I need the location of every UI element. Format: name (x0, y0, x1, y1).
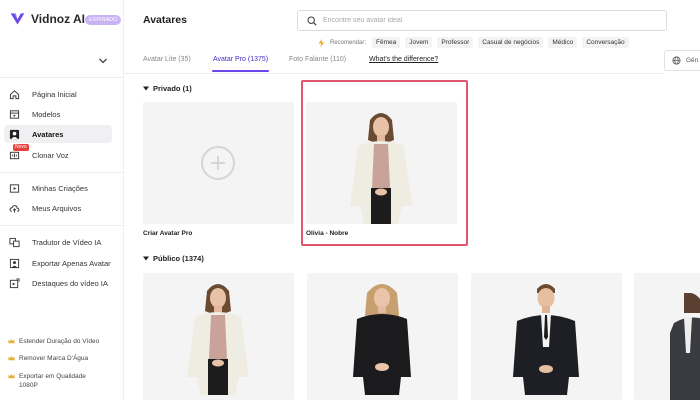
avatar-image (670, 293, 700, 400)
selected-card-highlight (301, 80, 468, 246)
public-avatar-card[interactable] (307, 273, 458, 400)
sidebar-item-label: Clonar Voz (32, 150, 69, 160)
public-avatar-card[interactable] (471, 273, 622, 400)
vidnoz-logo-icon (10, 13, 25, 25)
active-tab-indicator (212, 70, 269, 72)
sidebar-item-highlights[interactable]: Destaques do vídeo IA (4, 274, 112, 292)
chip-teacher[interactable]: Professor (437, 37, 474, 48)
upgrade-extend-duration[interactable]: Estender Duração do Vídeo (8, 337, 119, 346)
translate-icon (9, 237, 20, 247)
public-section-header[interactable]: Público (1374) (143, 254, 204, 263)
whats-the-difference-link[interactable]: What's the difference? (369, 56, 438, 63)
avatar-image (353, 284, 411, 395)
caret-down-icon (143, 256, 149, 261)
public-avatar-card[interactable] (634, 273, 700, 400)
sidebar-item-my-creations[interactable]: Minhas Criações (4, 179, 112, 197)
tab-talking-photo[interactable]: Foto Falante (110) (289, 56, 346, 63)
language-selector[interactable]: Gên (664, 50, 700, 71)
sidebar-item-label: Exportar Apenas Avatar (32, 258, 111, 268)
sidebar-divider (0, 77, 124, 78)
cloud-icon (9, 204, 20, 213)
sidebar-item-my-files[interactable]: Meus Arquivos (4, 199, 112, 217)
sidebar-divider (0, 172, 124, 173)
sidebar-item-label: Minhas Criações (32, 183, 88, 193)
public-avatar-card[interactable] (143, 273, 294, 400)
expired-badge: EXPIRADO (85, 15, 122, 25)
avatar-image (513, 284, 579, 395)
page-title: Avatares (143, 14, 187, 26)
recommend-label: Recomendar: (330, 39, 367, 46)
sidebar-item-templates[interactable]: Modelos (4, 105, 112, 123)
sidebar-item-label: Avatares (32, 129, 64, 139)
caret-down-icon (143, 86, 149, 91)
public-section-title: Público (1374) (153, 254, 204, 263)
avatar-icon (9, 129, 20, 139)
chip-doctor[interactable]: Médico (548, 37, 578, 48)
sidebar-item-video-translator[interactable]: Tradutor de Vídeo IA (4, 233, 112, 251)
highlights-icon (9, 277, 20, 288)
brand-logo[interactable]: Vidnoz AI (9, 10, 85, 27)
private-section-title: Privado (1) (153, 84, 192, 93)
upgrade-remove-watermark[interactable]: Remover Marca D'Água (8, 354, 119, 363)
search-bar[interactable] (297, 10, 667, 31)
sidebar-item-label: Página Inicial (32, 89, 77, 99)
tab-avatar-pro[interactable]: Avatar Pro (1375) (213, 56, 268, 63)
lightning-icon (318, 38, 325, 47)
chevron-down-icon[interactable] (98, 57, 108, 65)
sidebar-item-label: Meus Arquivos (32, 203, 82, 213)
chip-young[interactable]: Jovem (405, 37, 433, 48)
private-section-header[interactable]: Privado (1) (143, 84, 192, 93)
sidebar-item-label: Destaques do vídeo IA (32, 278, 108, 288)
search-input[interactable] (323, 14, 653, 27)
new-badge: Novo (13, 144, 29, 151)
globe-icon (672, 56, 681, 65)
recommend-row: Recomendar: Fêmea Jovem Professor Casual… (318, 37, 629, 48)
upgrade-label: Estender Duração do Vídeo (19, 338, 100, 345)
play-icon (9, 183, 20, 193)
language-label: Gên (686, 57, 699, 64)
upgrade-label: Exportar em Qualidade 1080P (19, 373, 86, 389)
plus-icon (201, 146, 235, 180)
home-icon (9, 89, 20, 99)
search-icon (307, 16, 317, 26)
upgrade-label: Remover Marca D'Água (19, 355, 89, 362)
sidebar-item-avatars[interactable]: Avatares (4, 125, 112, 143)
voice-clone-icon (9, 151, 20, 159)
crown-icon (8, 373, 15, 379)
chip-female[interactable]: Fêmea (372, 37, 401, 48)
sidebar-item-label: Tradutor de Vídeo IA (32, 237, 102, 247)
sidebar-divider (0, 225, 124, 226)
chip-business-casual[interactable]: Casual de negócios (478, 37, 544, 48)
create-avatar-pro-card[interactable] (143, 102, 294, 224)
sidebar-item-home[interactable]: Página Inicial (4, 85, 112, 103)
crown-icon (8, 355, 15, 361)
sidebar: Vidnoz AI EXPIRADO Página Inicial Modelo… (0, 0, 124, 400)
templates-icon (9, 109, 20, 119)
export-avatar-icon (9, 258, 20, 268)
avatar-image (187, 284, 249, 395)
tabs-divider (124, 73, 664, 74)
crown-icon (8, 338, 15, 344)
sidebar-item-label: Modelos (32, 109, 61, 119)
chip-conversation[interactable]: Conversação (582, 37, 629, 48)
brand-name: Vidnoz AI (31, 11, 85, 26)
tab-avatar-lite[interactable]: Avatar Lite (35) (143, 56, 191, 63)
upgrade-export-1080p[interactable]: Exportar em Qualidade 1080P (8, 372, 99, 390)
card-label: Criar Avatar Pro (143, 230, 193, 237)
sidebar-item-export-avatar[interactable]: Exportar Apenas Avatar (4, 254, 112, 272)
